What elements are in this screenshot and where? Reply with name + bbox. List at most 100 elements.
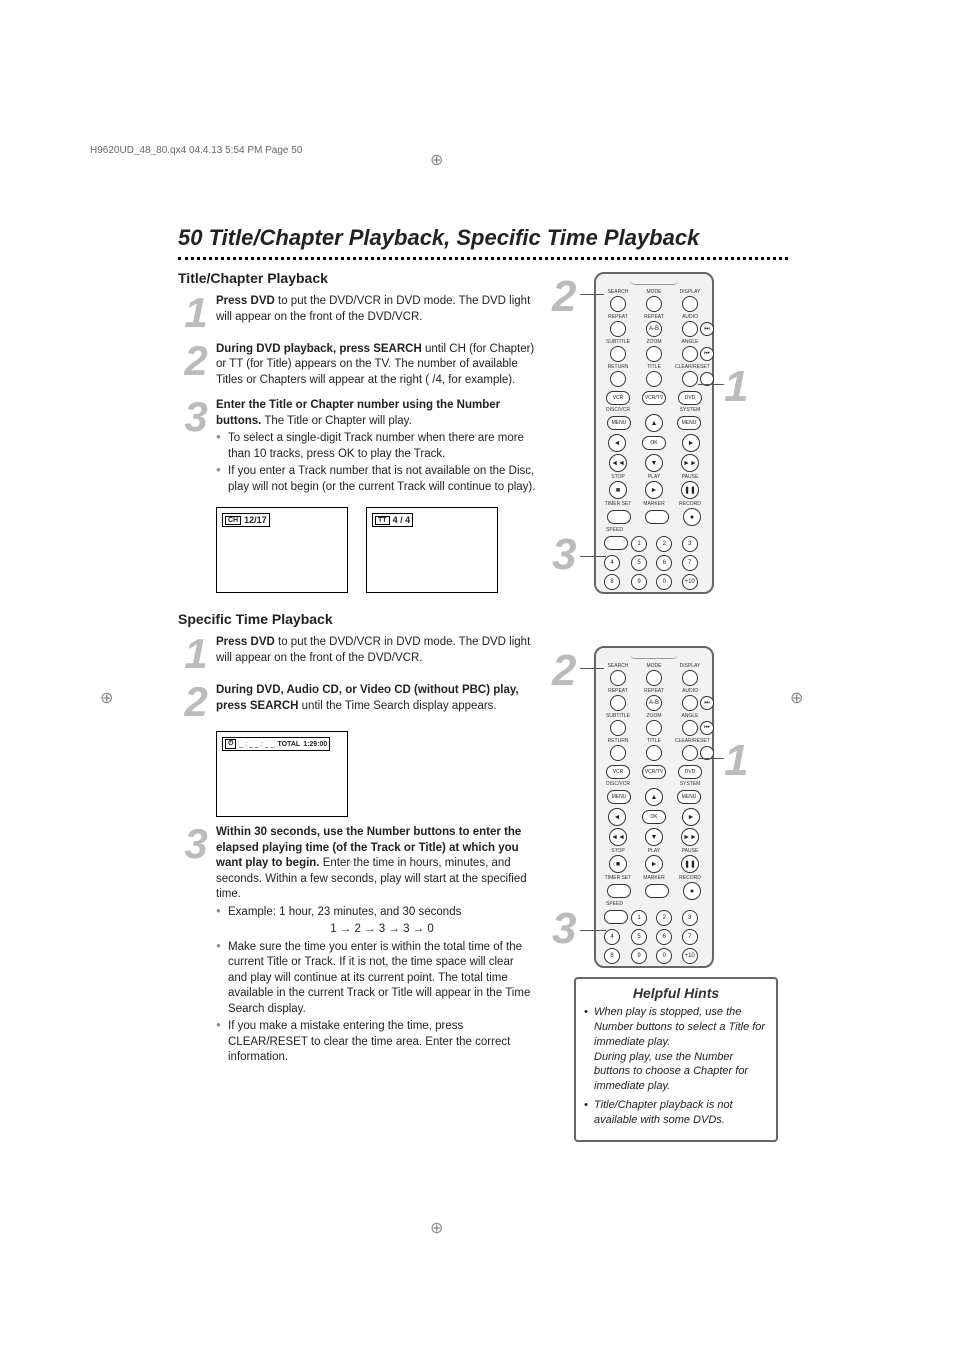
repeat-ab-button[interactable]: A-B — [646, 321, 662, 337]
step-number: 3 — [178, 825, 212, 863]
num-3-button[interactable]: 3 — [682, 536, 698, 552]
left-arrow-button[interactable]: ◄ — [608, 434, 626, 452]
skip-fwd-button[interactable]: ⏭ — [700, 696, 714, 710]
rewind-button[interactable]: ◄◄ — [609, 828, 627, 846]
pause-button[interactable]: ❚❚ — [681, 481, 699, 499]
marker-button[interactable] — [645, 884, 669, 898]
num-8-button[interactable]: 8 — [604, 574, 620, 590]
num-1-button[interactable]: 1 — [631, 536, 647, 552]
vcr-mode-button[interactable]: VCR — [606, 765, 630, 779]
angle-button[interactable] — [682, 720, 698, 736]
menu-left-button[interactable]: MENU — [607, 416, 631, 430]
num-3-button[interactable]: 3 — [682, 910, 698, 926]
subtitle-button[interactable] — [610, 720, 626, 736]
num-9-button[interactable]: 9 — [631, 574, 647, 590]
right-arrow-button[interactable]: ► — [682, 434, 700, 452]
rewind-button[interactable]: ◄◄ — [609, 454, 627, 472]
ok-button[interactable]: OK — [642, 810, 666, 824]
return-button[interactable] — [610, 745, 626, 761]
audio-button[interactable] — [682, 695, 698, 711]
up-arrow-button[interactable]: ▲ — [645, 788, 663, 806]
display-button[interactable] — [682, 296, 698, 312]
num-6-button[interactable]: 6 — [656, 555, 672, 571]
num-2-button[interactable]: 2 — [656, 536, 672, 552]
timer-set-button[interactable] — [607, 884, 631, 898]
display-button[interactable] — [682, 670, 698, 686]
num-9-button[interactable]: 9 — [631, 948, 647, 964]
menu-left-button[interactable]: MENU — [607, 790, 631, 804]
step-bold: During DVD playback, press SEARCH — [216, 343, 422, 355]
play-button[interactable]: ► — [645, 855, 663, 873]
bullet-list: Example: 1 hour, 23 minutes, and 30 seco… — [216, 905, 536, 1066]
num-plus10-button[interactable]: +10 — [682, 948, 698, 964]
label-zoom: ZOOM — [639, 339, 669, 345]
repeat-button[interactable] — [610, 321, 626, 337]
step-number: 1 — [178, 635, 212, 673]
angle-button[interactable] — [682, 346, 698, 362]
num-2-button[interactable]: 2 — [656, 910, 672, 926]
audio-button[interactable] — [682, 321, 698, 337]
vcr-tv-mode-button[interactable]: VCR/TV — [642, 391, 666, 405]
zoom-button[interactable] — [646, 346, 662, 362]
menu-right-button[interactable]: MENU — [677, 416, 701, 430]
num-plus10-button[interactable]: +10 — [682, 574, 698, 590]
bullet-item: Make sure the time you enter is within t… — [216, 940, 536, 1018]
repeat-button[interactable] — [610, 695, 626, 711]
num-0-button[interactable]: 0 — [656, 948, 672, 964]
skip-back-button[interactable]: ⏮ — [700, 721, 714, 735]
marker-button[interactable] — [645, 510, 669, 524]
ok-button[interactable]: OK — [642, 436, 666, 450]
search-button[interactable] — [610, 670, 626, 686]
num-7-button[interactable]: 7 — [682, 929, 698, 945]
down-arrow-button[interactable]: ▼ — [645, 828, 663, 846]
title-button[interactable] — [646, 745, 662, 761]
skip-fwd-button[interactable]: ⏭ — [700, 322, 714, 336]
mode-button[interactable] — [646, 296, 662, 312]
search-button[interactable] — [610, 296, 626, 312]
pause-button[interactable]: ❚❚ — [681, 855, 699, 873]
osd-total-label: TOTAL — [278, 741, 301, 748]
num-5-button[interactable]: 5 — [631, 929, 647, 945]
label-stop: STOP — [603, 848, 633, 854]
osd-chapter-display: CH 12/17 — [216, 507, 348, 593]
stop-button[interactable]: ■ — [609, 855, 627, 873]
step-body: Within 30 seconds, use the Number button… — [216, 825, 536, 1068]
down-arrow-button[interactable]: ▼ — [645, 454, 663, 472]
fast-forward-button[interactable]: ►► — [681, 454, 699, 472]
record-button[interactable]: ● — [683, 508, 701, 526]
num-8-button[interactable]: 8 — [604, 948, 620, 964]
num-0-button[interactable]: 0 — [656, 574, 672, 590]
timer-set-button[interactable] — [607, 510, 631, 524]
repeat-ab-button[interactable]: A-B — [646, 695, 662, 711]
dvd-mode-button[interactable]: DVD — [678, 765, 702, 779]
fast-forward-button[interactable]: ►► — [681, 828, 699, 846]
mode-button[interactable] — [646, 670, 662, 686]
crop-mark-right: ⊕ — [790, 688, 803, 708]
num-5-button[interactable]: 5 — [631, 555, 647, 571]
stop-button[interactable]: ■ — [609, 481, 627, 499]
menu-right-button[interactable]: MENU — [677, 790, 701, 804]
dvd-mode-button[interactable]: DVD — [678, 391, 702, 405]
speed-button[interactable] — [604, 536, 628, 550]
speed-button[interactable] — [604, 910, 628, 924]
num-7-button[interactable]: 7 — [682, 555, 698, 571]
right-arrow-button[interactable]: ► — [682, 808, 700, 826]
title-button[interactable] — [646, 371, 662, 387]
up-arrow-button[interactable]: ▲ — [645, 414, 663, 432]
subtitle-button[interactable] — [610, 346, 626, 362]
vcr-tv-mode-button[interactable]: VCR/TV — [642, 765, 666, 779]
left-arrow-button[interactable]: ◄ — [608, 808, 626, 826]
num-6-button[interactable]: 6 — [656, 929, 672, 945]
zoom-button[interactable] — [646, 720, 662, 736]
record-button[interactable]: ● — [683, 882, 701, 900]
clear-reset-button[interactable] — [682, 371, 698, 387]
clear-reset-button[interactable] — [682, 745, 698, 761]
hint-item: Title/Chapter playback is not available … — [584, 1098, 768, 1128]
num-1-button[interactable]: 1 — [631, 910, 647, 926]
vcr-mode-button[interactable]: VCR — [606, 391, 630, 405]
play-button[interactable]: ► — [645, 481, 663, 499]
num-4-button[interactable]: 4 — [604, 555, 620, 571]
return-button[interactable] — [610, 371, 626, 387]
skip-back-button[interactable]: ⏮ — [700, 347, 714, 361]
num-4-button[interactable]: 4 — [604, 929, 620, 945]
